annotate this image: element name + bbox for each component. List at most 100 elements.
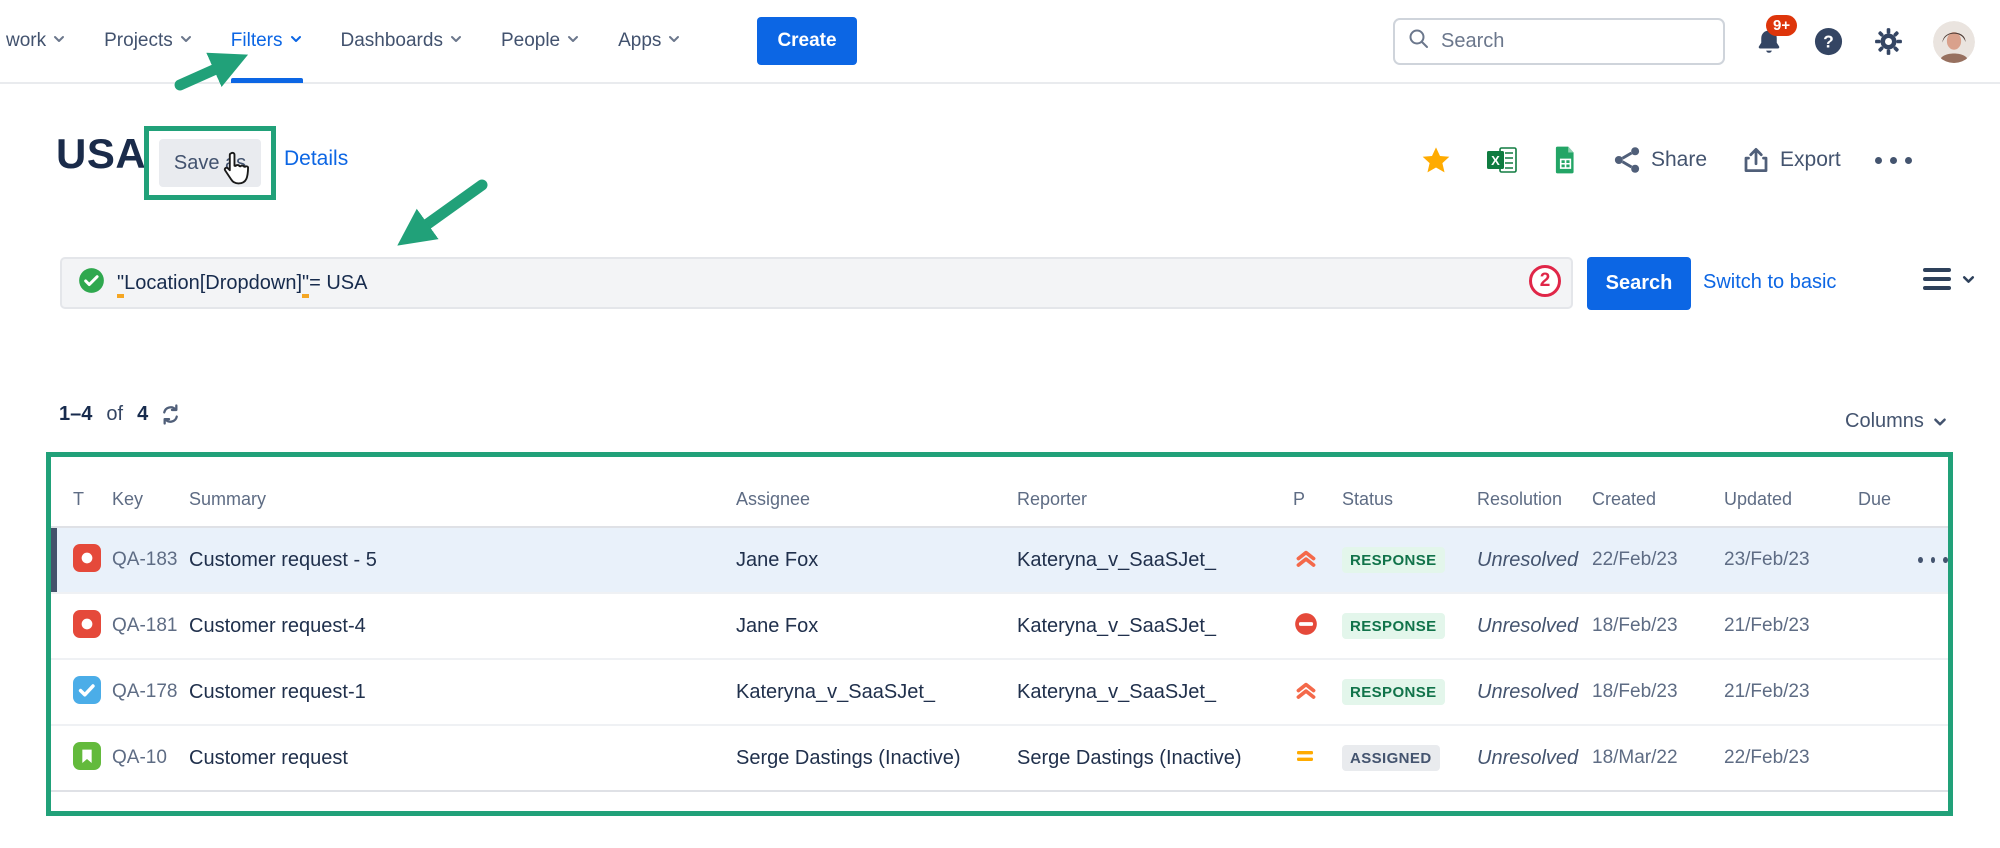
resolution-cell: Unresolved xyxy=(1477,725,1592,791)
columns-dropdown[interactable]: Columns xyxy=(1845,410,1948,433)
save-as-button[interactable]: Save as xyxy=(159,139,261,187)
column-header-status[interactable]: Status xyxy=(1342,457,1477,527)
switch-to-basic-link[interactable]: Switch to basic xyxy=(1703,271,1836,294)
issue-row[interactable]: QA-181 Customer request-4 Jane Fox Kater… xyxy=(51,593,1948,659)
chevron-down-icon xyxy=(52,30,66,52)
row-actions-button[interactable] xyxy=(1918,557,1948,563)
gear-icon xyxy=(1873,26,1904,57)
reporter-cell: Serge Dastings (Inactive) xyxy=(1017,725,1293,791)
issue-key-link[interactable]: QA-181 xyxy=(112,593,189,659)
details-link[interactable]: Details xyxy=(284,147,348,171)
chevron-down-icon xyxy=(1961,272,1976,287)
issue-summary-link[interactable]: Customer request-1 xyxy=(189,659,736,725)
created-cell: 18/Feb/23 xyxy=(1592,593,1724,659)
assignee-cell: Serge Dastings (Inactive) xyxy=(736,725,1017,791)
create-button[interactable]: Create xyxy=(757,17,856,65)
resolution-cell: Unresolved xyxy=(1477,593,1592,659)
column-header-actions xyxy=(1918,457,1948,527)
priority-medium-icon xyxy=(1293,744,1317,773)
reporter-cell: Kateryna_v_SaaSJet_ xyxy=(1017,593,1293,659)
search-icon xyxy=(1407,27,1431,56)
issue-row[interactable]: QA-10 Customer request Serge Dastings (I… xyxy=(51,725,1948,791)
annotation-step-badge: 2 xyxy=(1529,265,1561,297)
avatar-photo xyxy=(1933,21,1975,63)
favorite-star-icon[interactable] xyxy=(1420,144,1452,176)
resolution-cell: Unresolved xyxy=(1477,659,1592,725)
due-cell xyxy=(1858,527,1918,593)
nav-item-label: Projects xyxy=(104,30,173,52)
nav-item-dashboards[interactable]: Dashboards xyxy=(341,0,463,83)
refresh-button[interactable] xyxy=(158,402,183,427)
priority-high-icon xyxy=(1293,677,1319,708)
nav-item-label: Apps xyxy=(618,30,661,52)
results-total: 4 xyxy=(137,403,148,426)
column-header-updated[interactable]: Updated xyxy=(1724,457,1858,527)
nav-item-label: People xyxy=(501,30,560,52)
column-header-key[interactable]: Key xyxy=(112,457,189,527)
issue-key-link[interactable]: QA-183 xyxy=(112,527,189,593)
nav-item-label: Dashboards xyxy=(341,30,443,52)
status-badge: RESPONSE xyxy=(1342,679,1445,705)
jql-editor[interactable]: "Location[Dropdown]"= USA xyxy=(60,257,1573,309)
issue-summary-link[interactable]: Customer request xyxy=(189,725,736,791)
settings-button[interactable] xyxy=(1873,26,1904,57)
column-header-priority[interactable]: P xyxy=(1293,457,1342,527)
global-search[interactable] xyxy=(1393,18,1725,65)
chevron-down-icon xyxy=(1932,414,1948,430)
due-cell xyxy=(1858,725,1918,791)
columns-label: Columns xyxy=(1845,410,1924,433)
hamburger-icon xyxy=(1923,266,1955,292)
annotation-box-results-table: T Key Summary Assignee Reporter P Status… xyxy=(46,452,1953,816)
updated-cell: 21/Feb/23 xyxy=(1724,593,1858,659)
column-header-assignee[interactable]: Assignee xyxy=(736,457,1017,527)
column-header-type[interactable]: T xyxy=(51,457,112,527)
chevron-down-icon xyxy=(289,30,303,52)
help-button[interactable]: ? xyxy=(1813,26,1844,57)
user-avatar[interactable] xyxy=(1933,21,1975,63)
status-badge: RESPONSE xyxy=(1342,547,1445,573)
issue-summary-link[interactable]: Customer request-4 xyxy=(189,593,736,659)
updated-cell: 22/Feb/23 xyxy=(1724,725,1858,791)
nav-item-projects[interactable]: Projects xyxy=(104,0,193,83)
due-cell xyxy=(1858,593,1918,659)
nav-item-work[interactable]: work xyxy=(6,0,66,83)
issue-row[interactable]: QA-178 Customer request-1 Kateryna_v_Saa… xyxy=(51,659,1948,725)
google-sheets-icon[interactable] xyxy=(1552,145,1578,175)
issue-summary-link[interactable]: Customer request - 5 xyxy=(189,527,736,593)
share-button[interactable]: Share xyxy=(1612,145,1707,175)
list-view-options-button[interactable] xyxy=(1923,266,1976,292)
column-header-created[interactable]: Created xyxy=(1592,457,1724,527)
chevron-down-icon xyxy=(566,30,580,52)
excel-export-icon[interactable]: X xyxy=(1486,144,1518,176)
reporter-cell: Kateryna_v_SaaSJet_ xyxy=(1017,659,1293,725)
share-icon xyxy=(1612,145,1642,175)
share-label: Share xyxy=(1651,148,1707,172)
svg-text:X: X xyxy=(1491,153,1500,168)
column-header-due[interactable]: Due xyxy=(1858,457,1918,527)
resolution-cell: Unresolved xyxy=(1477,527,1592,593)
issue-key-link[interactable]: QA-10 xyxy=(112,725,189,791)
task-icon xyxy=(73,676,101,709)
help-icon: ? xyxy=(1813,26,1844,57)
nav-item-people[interactable]: People xyxy=(501,0,580,83)
jql-query-text: "Location[Dropdown]"= USA xyxy=(117,272,367,295)
search-input[interactable] xyxy=(1441,30,1691,53)
more-options-button[interactable] xyxy=(1875,157,1912,164)
issue-key-link[interactable]: QA-178 xyxy=(112,659,189,725)
nav-item-apps[interactable]: Apps xyxy=(618,0,681,83)
results-count: 1–4of4 xyxy=(59,402,183,427)
issue-row[interactable]: QA-183 Customer request - 5 Jane Fox Kat… xyxy=(51,527,1948,593)
nav-menu: work Projects Filters Dashboards People … xyxy=(6,0,857,82)
column-header-resolution[interactable]: Resolution xyxy=(1477,457,1592,527)
column-header-reporter[interactable]: Reporter xyxy=(1017,457,1293,527)
bug-icon xyxy=(73,544,101,577)
story-icon xyxy=(73,742,101,775)
chevron-down-icon xyxy=(179,30,193,52)
reporter-cell: Kateryna_v_SaaSJet_ xyxy=(1017,527,1293,593)
notifications-button[interactable]: 9+ xyxy=(1754,27,1784,57)
updated-cell: 21/Feb/23 xyxy=(1724,659,1858,725)
nav-item-filters[interactable]: Filters xyxy=(231,0,303,83)
column-header-summary[interactable]: Summary xyxy=(189,457,736,527)
export-button[interactable]: Export xyxy=(1741,145,1841,175)
search-button[interactable]: Search xyxy=(1587,257,1691,310)
